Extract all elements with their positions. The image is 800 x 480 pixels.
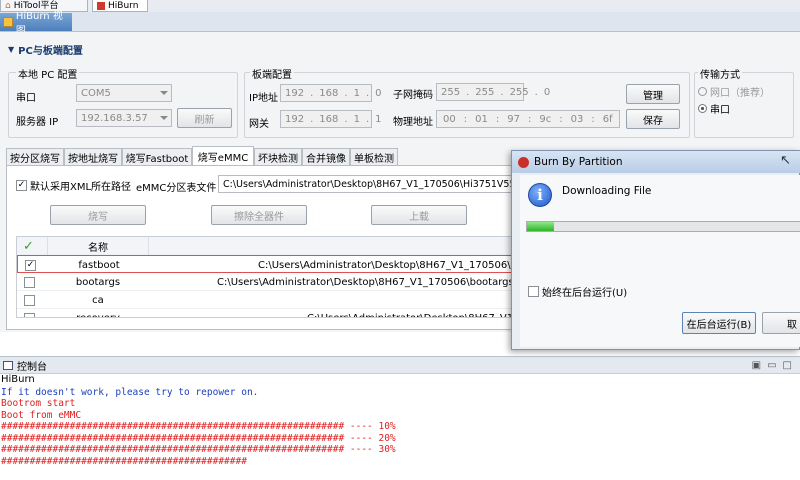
- row-checkbox[interactable]: ✓: [25, 259, 36, 271]
- chevron-down-icon: [160, 91, 168, 95]
- ip-label: IP地址: [249, 93, 278, 104]
- port-select[interactable]: COM5: [76, 84, 172, 102]
- board-group: [244, 72, 690, 138]
- tab-burn-by-partition[interactable]: 按分区烧写: [6, 148, 64, 165]
- partition-file-field[interactable]: C:\Users\Administrator\Desktop\8H67_V1_1…: [218, 175, 516, 193]
- checkbox-checked-icon: ✓: [16, 180, 27, 191]
- default-xml-checkbox[interactable]: ✓ 默认采用XML所在路径: [16, 178, 131, 193]
- console-line: If it doesn't work, please try to repowe…: [1, 386, 259, 398]
- row-checkbox[interactable]: [24, 312, 35, 317]
- server-ip-label: 服务器 IP: [16, 117, 59, 128]
- save-button[interactable]: 保存: [626, 109, 680, 129]
- local-pc-group: [8, 72, 238, 138]
- section-header[interactable]: ▼ PC与板端配置: [0, 40, 800, 58]
- dialog-title-bar[interactable]: Burn By Partition: [512, 151, 800, 173]
- server-ip-select[interactable]: 192.168.3.57: [76, 109, 172, 127]
- burn-dialog: Burn By Partition ↖ i Downloading File 始…: [511, 150, 800, 350]
- burn-view-icon: [3, 17, 13, 27]
- table-row[interactable]: ca: [17, 291, 515, 309]
- tab-hiburn[interactable]: HiBurn: [92, 0, 148, 12]
- ip-address-field[interactable]: 192. 168. 1. 0: [280, 84, 382, 102]
- app-logo-icon: [518, 156, 529, 168]
- console-icon: [3, 360, 13, 370]
- dialog-message: Downloading File: [562, 185, 652, 197]
- console-line: ########################################…: [1, 421, 396, 432]
- mask-label: 子网掩码: [393, 90, 433, 101]
- subnet-mask-field[interactable]: 255.255.255.0: [436, 83, 550, 101]
- cursor-icon: ↖: [780, 153, 791, 168]
- table-header: ✓ 名称: [17, 237, 515, 255]
- partition-table: ✓ 名称 ✓ fastboot C:\Users\Administrator\D…: [16, 236, 516, 318]
- manage-button[interactable]: 管理: [626, 84, 680, 104]
- gateway-field[interactable]: 192. 168. 1. 1: [280, 110, 382, 128]
- transfer-title: 传输方式: [698, 66, 742, 81]
- row-name: bootargs: [75, 276, 121, 288]
- mac-address-field[interactable]: 00:01:97:9c:03:6f: [436, 110, 620, 128]
- row-name: recovery: [76, 312, 120, 318]
- app-window: ⌂ HiTool平台 HiBurn HiBurn 视图 ▼ PC与板端配置 本地…: [0, 0, 800, 480]
- console-source: HiBurn: [1, 374, 35, 385]
- row-checkbox[interactable]: [24, 294, 35, 306]
- console-line: ########################################…: [1, 432, 396, 444]
- tab-burn-by-address[interactable]: 按地址烧写: [64, 148, 122, 165]
- console-line: Boot from eMMC: [1, 409, 82, 421]
- collapse-icon: ▼: [8, 44, 15, 54]
- tab-burn-emmc[interactable]: 烧写eMMC: [192, 146, 254, 165]
- burn-button[interactable]: 烧写: [50, 205, 146, 225]
- checkbox-icon: [528, 286, 539, 297]
- console-toolbar: ▣ ▭ □: [752, 360, 800, 371]
- console-output: HiBurn If it doesn't work, please try to…: [0, 374, 800, 480]
- row-path: C:\Users\Administrator\Desktop\8H67_V1_1…: [258, 259, 516, 271]
- check-all-icon[interactable]: ✓: [23, 237, 43, 255]
- console-line: ########################################…: [1, 455, 247, 467]
- chevron-down-icon: [160, 116, 168, 120]
- progress-fill: [527, 222, 555, 231]
- row-name: ca: [92, 294, 104, 306]
- burn-app-icon: [97, 1, 105, 10]
- run-in-background-button[interactable]: 在后台运行(B): [682, 312, 756, 334]
- tab-console[interactable]: 控制台: [17, 358, 47, 373]
- tab-board-check[interactable]: 单板检测: [350, 148, 398, 165]
- tab-merge-image[interactable]: 合并镜像: [302, 148, 350, 165]
- table-row[interactable]: ✓ fastboot C:\Users\Administrator\Deskto…: [17, 255, 516, 273]
- row-name: fastboot: [78, 259, 120, 271]
- info-icon: i: [528, 183, 552, 207]
- tab-burn-fastboot[interactable]: 烧写Fastboot: [122, 148, 192, 165]
- gateway-label: 网关: [249, 119, 269, 130]
- progress-bar: [526, 221, 800, 232]
- board-title: 板端配置: [250, 66, 294, 81]
- dialog-body: [520, 175, 800, 347]
- partition-file-label: eMMC分区表文件: [136, 183, 217, 194]
- row-checkbox[interactable]: [24, 276, 35, 288]
- upload-button[interactable]: 上载: [371, 205, 467, 225]
- radio-icon: [698, 87, 707, 96]
- radio-network[interactable]: 网口（推荐）: [698, 84, 770, 99]
- clear-console-icon[interactable]: ▣: [752, 360, 761, 371]
- console-tab-bar: 控制台 ▣ ▭ □: [0, 356, 800, 374]
- row-path: C:\Users\Administrator\Desktop\8H67_V1_1…: [307, 312, 516, 318]
- radio-selected-icon: [698, 104, 707, 113]
- radio-serial[interactable]: 串口: [698, 101, 730, 116]
- mac-label: 物理地址: [393, 117, 433, 128]
- maximize-icon[interactable]: □: [783, 360, 792, 371]
- cancel-button[interactable]: 取: [762, 312, 800, 334]
- home-icon: ⌂: [5, 0, 11, 11]
- column-name-header: 名称: [47, 237, 149, 255]
- minimize-icon[interactable]: ▭: [767, 360, 776, 371]
- port-label: 串口: [16, 93, 36, 104]
- console-line: Bootrom start: [1, 398, 76, 409]
- tab-bad-block-check[interactable]: 坏块检测: [254, 148, 302, 165]
- refresh-button[interactable]: 刷新: [177, 108, 232, 128]
- table-row[interactable]: bootargs C:\Users\Administrator\Desktop\…: [17, 273, 516, 291]
- tab-hiburn-view[interactable]: HiBurn 视图: [0, 11, 72, 37]
- view-tab-row: [0, 12, 800, 32]
- console-line: ########################################…: [1, 444, 396, 455]
- erase-all-button[interactable]: 擦除全器件: [211, 205, 307, 225]
- dialog-title: Burn By Partition: [534, 156, 623, 168]
- row-path: C:\Users\Administrator\Desktop\8H67_V1_1…: [217, 276, 516, 288]
- table-row[interactable]: recovery C:\Users\Administrator\Desktop\…: [17, 309, 516, 318]
- local-pc-title: 本地 PC 配置: [16, 66, 80, 81]
- run-background-checkbox[interactable]: 始终在后台运行(U): [528, 284, 627, 299]
